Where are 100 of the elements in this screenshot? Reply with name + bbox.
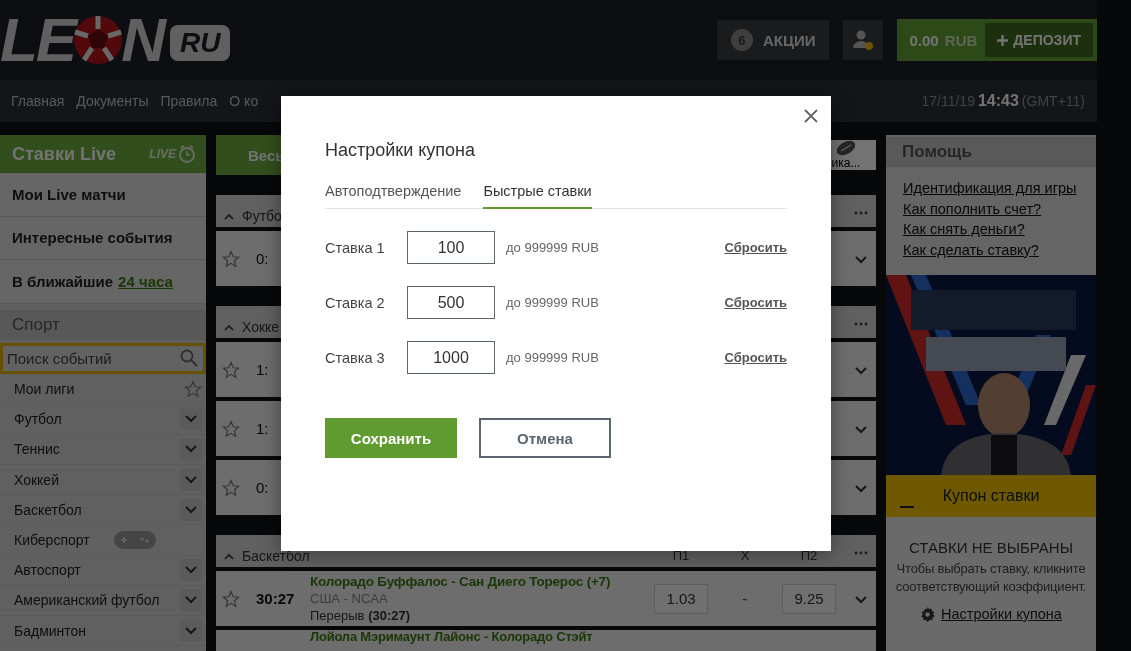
match-link[interactable]: Лойола Мэримаунт Лайонс - Колорадо Стэйт xyxy=(310,630,644,644)
chevron-icon[interactable] xyxy=(185,415,197,424)
star-icon[interactable] xyxy=(222,249,240,268)
empty-title: СТАВКИ НЕ ВЫБРАНЫ xyxy=(909,539,1073,556)
time-link[interactable]: 24 часа xyxy=(118,272,173,290)
coupon-header[interactable]: Купон ставки xyxy=(886,475,1096,517)
star-icon[interactable] xyxy=(184,380,202,399)
sport-label: Киберспорт xyxy=(14,532,90,549)
collapse-icon[interactable] xyxy=(224,212,234,220)
chevron-icon[interactable] xyxy=(855,255,867,264)
odds-button[interactable]: 1.03 xyxy=(654,583,708,614)
save-button[interactable]: Сохранить xyxy=(325,418,457,458)
tab[interactable]: Автоподтверждение xyxy=(325,179,462,209)
settings-icon[interactable] xyxy=(920,606,936,622)
coupon-title: Купон ставки xyxy=(942,487,1040,505)
sport-item[interactable]: Киберспорт xyxy=(0,525,206,556)
nav-link[interactable]: Документы xyxy=(76,93,149,109)
nav-link[interactable]: О ко xyxy=(229,93,259,109)
cancel-button[interactable]: Отмена xyxy=(479,418,611,458)
stake-input[interactable]: 500 xyxy=(407,286,495,319)
section-title: Ставки Live xyxy=(12,143,116,165)
sport-item[interactable]: Американский футбол xyxy=(0,585,206,616)
sport-label: Футбол xyxy=(14,411,62,428)
star-icon[interactable] xyxy=(222,419,240,438)
logo-text: LE xyxy=(0,9,76,71)
help-link[interactable]: Как сделать ставку? xyxy=(903,240,1096,259)
match-link[interactable]: Колорадо Буффалос - Сан Диего Торерос (+7) xyxy=(310,574,644,589)
chevron-icon[interactable] xyxy=(855,425,867,434)
chevron-icon[interactable] xyxy=(185,475,197,484)
column-label: X xyxy=(739,548,751,564)
sport-item[interactable]: Мои лиги xyxy=(0,374,206,405)
live-bets-header[interactable]: Ставки Live LIVE xyxy=(0,135,206,173)
menu-item[interactable]: Интересные события xyxy=(0,216,206,260)
reset-link[interactable]: Сбросить xyxy=(724,350,787,365)
score: 0: xyxy=(256,479,270,496)
collapse-icon[interactable] xyxy=(224,552,234,560)
gamepad-icon xyxy=(113,531,156,550)
sport-label: Мои лиги xyxy=(14,381,75,398)
sport-item[interactable]: Хоккей xyxy=(0,465,206,496)
reset-link[interactable]: Сбросить xyxy=(724,295,787,310)
ball-icon[interactable] xyxy=(835,140,857,156)
score: 1: xyxy=(256,420,270,437)
expand-button[interactable] xyxy=(180,619,202,642)
more-icon[interactable] xyxy=(854,321,868,326)
chevron-icon[interactable] xyxy=(185,445,197,454)
expand-button[interactable] xyxy=(180,468,202,491)
score: 1: xyxy=(256,361,270,378)
nav-link[interactable]: Правила xyxy=(160,93,218,109)
expand-button[interactable] xyxy=(180,589,202,612)
sport-label: Автоспорт xyxy=(14,562,81,579)
star-icon[interactable] xyxy=(222,589,240,608)
account-button[interactable] xyxy=(843,20,884,60)
sport-item[interactable]: Футбол xyxy=(0,404,206,435)
section-title: Хокке xyxy=(242,319,280,335)
tab[interactable]: Быстрые ставки xyxy=(483,179,592,209)
stake-input[interactable]: 1000 xyxy=(407,341,495,374)
help-link[interactable]: Как пополнить счет? xyxy=(903,199,1096,218)
chevron-icon[interactable] xyxy=(185,626,197,635)
stake-label: Ставка 2 xyxy=(325,294,386,311)
help-link[interactable]: Как снять деньги? xyxy=(903,220,1096,239)
chevron-icon[interactable] xyxy=(185,505,197,514)
search-field[interactable]: Поиск событий xyxy=(0,342,206,374)
sport-item[interactable]: Баскетбол xyxy=(0,495,206,526)
odds-button[interactable]: 9.25 xyxy=(782,583,836,614)
chevron-icon[interactable] xyxy=(855,484,867,493)
menu-item[interactable]: Мои Live матчи xyxy=(0,173,206,217)
reset-link[interactable]: Сбросить xyxy=(724,240,787,255)
balance-amount: 0.00 RUB xyxy=(909,31,978,49)
sport-item[interactable]: Теннис xyxy=(0,434,206,466)
match-status: Перерыв (30:27) xyxy=(310,608,412,623)
deposit-button[interactable]: ДЕПОЗИТ xyxy=(985,23,1093,57)
sport-item[interactable]: Автоспорт xyxy=(0,555,206,586)
sport-label: Баскетбол xyxy=(14,501,82,518)
close-icon[interactable] xyxy=(803,108,819,124)
empty-text: Чтобы выбрать ставку, кликните соответствующий коэффициент. xyxy=(894,560,1088,596)
menu-item[interactable]: В ближайшие 24 часа xyxy=(0,260,206,304)
more-icon[interactable] xyxy=(854,210,868,215)
star-icon[interactable] xyxy=(222,360,240,379)
event-row[interactable]: Лойола Мэримаунт Лайонс - Колорадо Стэйт xyxy=(216,630,876,651)
live-badge: LIVE xyxy=(149,145,196,163)
more-icon[interactable] xyxy=(854,550,868,555)
stake-input[interactable]: 100 xyxy=(407,231,495,264)
expand-button[interactable] xyxy=(180,498,202,521)
expand-button[interactable] xyxy=(180,408,202,431)
stake-label: Ставка 1 xyxy=(325,239,386,256)
chevron-icon[interactable] xyxy=(855,366,867,375)
nav-link[interactable]: Главная xyxy=(11,93,65,109)
expand-button[interactable] xyxy=(180,438,202,461)
collapse-icon[interactable] xyxy=(224,323,234,331)
chevron-icon[interactable] xyxy=(855,595,867,604)
chevron-icon[interactable] xyxy=(185,566,197,575)
column-label: П1 xyxy=(671,548,691,564)
sport-label: Хоккей xyxy=(14,471,59,488)
score: 0: xyxy=(256,250,270,267)
star-icon[interactable] xyxy=(222,478,240,497)
sport-item[interactable]: Бадминтон xyxy=(0,616,206,647)
help-link[interactable]: Идентификация для игры xyxy=(903,179,1096,198)
expand-button[interactable] xyxy=(180,559,202,582)
chevron-icon[interactable] xyxy=(185,596,197,605)
settings-link[interactable]: Настройки купона xyxy=(941,606,1062,622)
